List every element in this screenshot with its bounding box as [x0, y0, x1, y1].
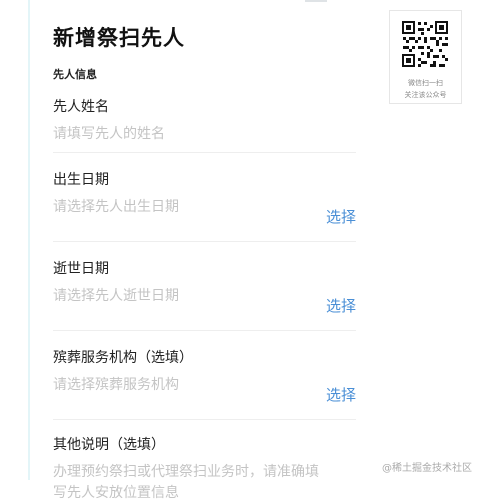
ancestor-form: 新增祭扫先人 先人信息 先人姓名 请填写先人的姓名 出生日期 请选择先人出生日期… — [53, 22, 356, 504]
watermark: @稀土掘金技术社区 — [382, 463, 472, 474]
qr-card: 微信扫一扫 关注该公众号 — [389, 10, 462, 104]
notes-label: 其他说明（选填） — [53, 437, 165, 453]
death-date-field[interactable]: 逝世日期 请选择先人逝世日期 选择 — [53, 258, 356, 331]
birth-date-select-button[interactable]: 选择 — [326, 206, 356, 227]
birth-date-label: 出生日期 — [53, 172, 109, 188]
qr-caption-line-2: 关注该公众号 — [404, 91, 447, 99]
notes-textarea[interactable]: 办理预约祭扫或代理祭扫业务时，请准确填 写先人安放位置信息 — [53, 462, 356, 504]
qr-code-icon — [401, 20, 449, 68]
funeral-org-input[interactable]: 请选择殡葬服务机构 — [53, 375, 356, 395]
birth-date-field[interactable]: 出生日期 请选择先人出生日期 选择 — [53, 169, 356, 242]
name-input[interactable]: 请填写先人的姓名 — [53, 124, 356, 144]
page-title: 新增祭扫先人 — [53, 26, 185, 50]
left-edge-rule — [28, 0, 30, 480]
birth-date-input[interactable]: 请选择先人出生日期 — [53, 197, 356, 217]
funeral-org-label: 殡葬服务机构（选填） — [53, 350, 193, 366]
funeral-org-select-button[interactable]: 选择 — [326, 384, 356, 405]
qr-caption-line-1: 微信扫一扫 — [408, 79, 443, 87]
notes-field[interactable]: 其他说明（选填） 办理预约祭扫或代理祭扫业务时，请准确填 写先人安放位置信息 — [53, 434, 356, 504]
death-date-select-button[interactable]: 选择 — [326, 295, 356, 316]
name-field[interactable]: 先人姓名 请填写先人的姓名 — [53, 96, 356, 153]
top-edge-rule — [305, 0, 327, 2]
name-field-label: 先人姓名 — [53, 99, 109, 115]
funeral-org-field[interactable]: 殡葬服务机构（选填） 请选择殡葬服务机构 选择 — [53, 347, 356, 420]
death-date-label: 逝世日期 — [53, 261, 109, 277]
death-date-input[interactable]: 请选择先人逝世日期 — [53, 286, 356, 306]
notes-placeholder-line-2: 写先人安放位置信息 — [53, 485, 179, 501]
section-heading: 先人信息 — [53, 68, 97, 81]
